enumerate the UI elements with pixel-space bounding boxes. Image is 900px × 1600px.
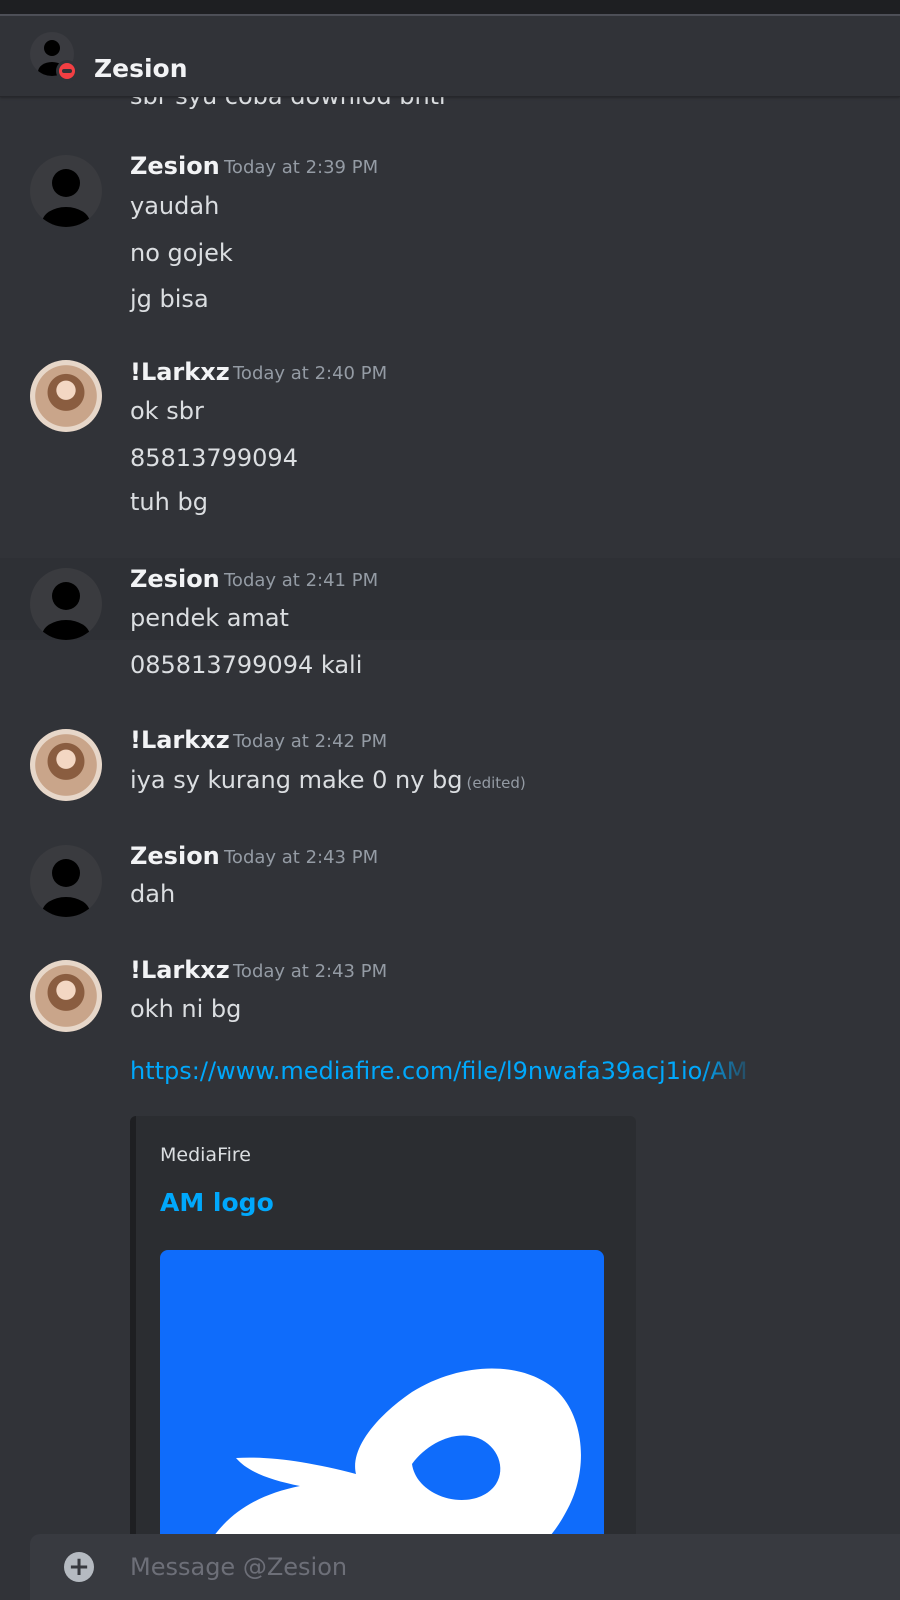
avatar[interactable]: [30, 729, 102, 801]
user-silhouette-icon: [42, 169, 90, 227]
message-text: okh ni bg: [130, 995, 242, 1023]
dm-header: Zesion: [0, 16, 900, 97]
message-author[interactable]: Zesion: [130, 151, 220, 181]
message-author[interactable]: !Larkxz: [130, 725, 230, 755]
user-silhouette-icon: [42, 582, 90, 640]
message-text: 085813799094 kali: [130, 651, 363, 679]
avatar[interactable]: [30, 960, 102, 1032]
message-list[interactable]: sbr syu coba downlod bntr Zesion Today a…: [0, 96, 900, 1534]
link-fade: [700, 1056, 760, 1086]
mediafire-link[interactable]: https://www.mediafire.com/file/l9nwafa39…: [130, 1056, 750, 1086]
message-timestamp: Today at 2:43 PM: [224, 847, 379, 868]
window-top-strip: [0, 0, 900, 16]
embed-title[interactable]: AM logo: [160, 1188, 274, 1217]
avatar[interactable]: [30, 568, 102, 640]
message-timestamp: Today at 2:43 PM: [233, 961, 388, 982]
link-embed: MediaFire AM logo: [130, 1116, 636, 1534]
dnd-status-icon: [56, 60, 78, 82]
message-text: iya sy kurang make 0 ny bg (edited): [130, 765, 526, 798]
avatar[interactable]: [30, 155, 102, 227]
message-text: no gojek: [130, 239, 233, 267]
avatar[interactable]: [30, 845, 102, 917]
message-text: ok sbr: [130, 397, 204, 425]
message-body: iya sy kurang make 0 ny bg: [130, 766, 463, 794]
message-author[interactable]: !Larkxz: [130, 955, 230, 985]
message-timestamp: Today at 2:40 PM: [233, 363, 388, 384]
message-input[interactable]: Message @Zesion: [130, 1552, 347, 1582]
message-text: tuh bg: [130, 488, 208, 516]
message-text: jg bisa: [130, 285, 209, 313]
page-title[interactable]: Zesion: [94, 54, 188, 84]
message-timestamp: Today at 2:42 PM: [233, 731, 388, 752]
avatar[interactable]: [30, 360, 102, 432]
message-author[interactable]: Zesion: [130, 841, 220, 871]
message-author[interactable]: Zesion: [130, 564, 220, 594]
message-timestamp: Today at 2:39 PM: [224, 157, 379, 178]
embed-image[interactable]: [160, 1250, 604, 1534]
message-author[interactable]: !Larkxz: [130, 357, 230, 387]
user-silhouette-icon: [42, 859, 90, 917]
message-composer[interactable]: + Message @Zesion: [30, 1534, 900, 1600]
embed-provider[interactable]: MediaFire: [160, 1144, 251, 1166]
message-text: yaudah: [130, 192, 220, 220]
add-attachment-button[interactable]: +: [64, 1552, 94, 1582]
clipped-message: sbr syu coba downlod bntr: [130, 96, 449, 110]
plus-icon: +: [68, 1552, 90, 1582]
message-text: dah: [130, 880, 176, 908]
mediafire-flame-icon: [215, 1368, 581, 1534]
message-text: 85813799094: [130, 444, 298, 472]
message-timestamp: Today at 2:41 PM: [224, 570, 379, 591]
message-text: pendek amat: [130, 604, 289, 632]
edited-tag: (edited): [466, 774, 526, 792]
